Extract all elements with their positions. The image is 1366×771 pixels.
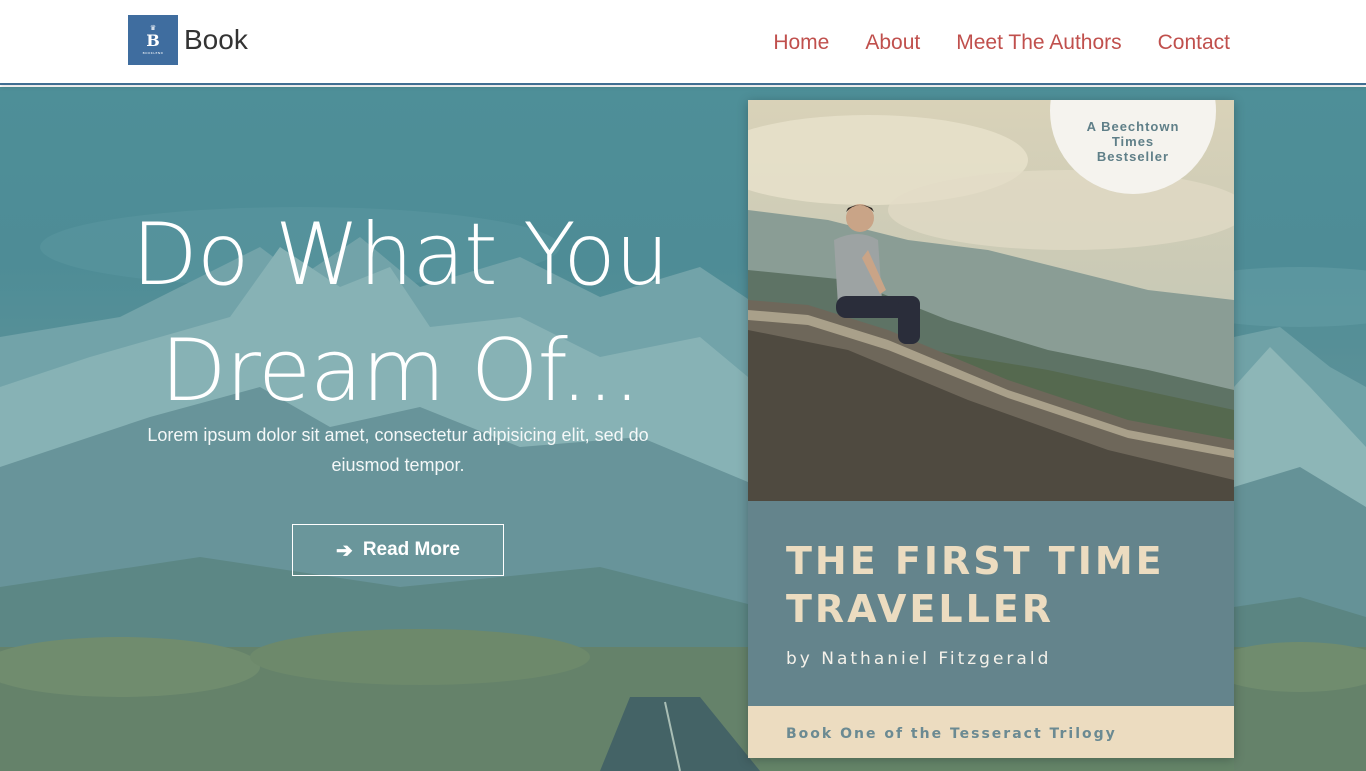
- book-cover[interactable]: A Beechtown Times Bestseller THE FIRST T…: [748, 100, 1234, 758]
- book-title-line1: THE FIRST TIME: [786, 539, 1165, 583]
- logo-letter: B: [146, 31, 160, 50]
- read-more-button[interactable]: ➔ Read More: [292, 524, 504, 576]
- book-series: Book One of the Tesseract Trilogy: [786, 726, 1117, 742]
- arrow-right-icon: ➔: [336, 539, 353, 562]
- hero-headline-line2: Dream Of...: [160, 321, 640, 421]
- nav-link-home[interactable]: Home: [773, 31, 829, 55]
- book-title: THE FIRST TIME TRAVELLER: [786, 537, 1165, 633]
- badge-line3: Bestseller: [1096, 149, 1170, 164]
- badge-line2: Times: [1111, 134, 1155, 149]
- book-logo-icon: ♛ B BOOKLEND: [128, 15, 178, 65]
- nav-link-about[interactable]: About: [865, 31, 920, 55]
- badge-line1: A Beechtown: [1086, 119, 1180, 134]
- hero-headline: Do What You Dream Of...: [100, 197, 700, 429]
- nav-link-contact[interactable]: Contact: [1158, 31, 1230, 55]
- hero-headline-line1: Do What You: [131, 205, 670, 305]
- book-author: by Nathaniel Fitzgerald: [786, 649, 1052, 669]
- nav-link-meet-the-authors[interactable]: Meet The Authors: [956, 31, 1121, 55]
- logo-caption: BOOKLEND: [142, 51, 164, 55]
- read-more-label: Read More: [362, 539, 460, 560]
- main-nav: Home About Meet The Authors Contact: [773, 0, 1230, 85]
- navbar: ♛ B BOOKLEND Book Home About Meet The Au…: [0, 0, 1366, 85]
- cover-footer: Book One of the Tesseract Trilogy: [748, 706, 1234, 758]
- hero-section: Do What You Dream Of... Lorem ipsum dolo…: [0, 87, 1366, 771]
- book-title-line2: TRAVELLER: [786, 587, 1055, 631]
- hero-subtext: Lorem ipsum dolor sit amet, consectetur …: [147, 425, 649, 475]
- brand-name: Book: [184, 24, 248, 55]
- brand-link[interactable]: ♛ B BOOKLEND Book: [128, 15, 248, 65]
- cover-title-panel: THE FIRST TIME TRAVELLER by Nathaniel Fi…: [748, 501, 1234, 706]
